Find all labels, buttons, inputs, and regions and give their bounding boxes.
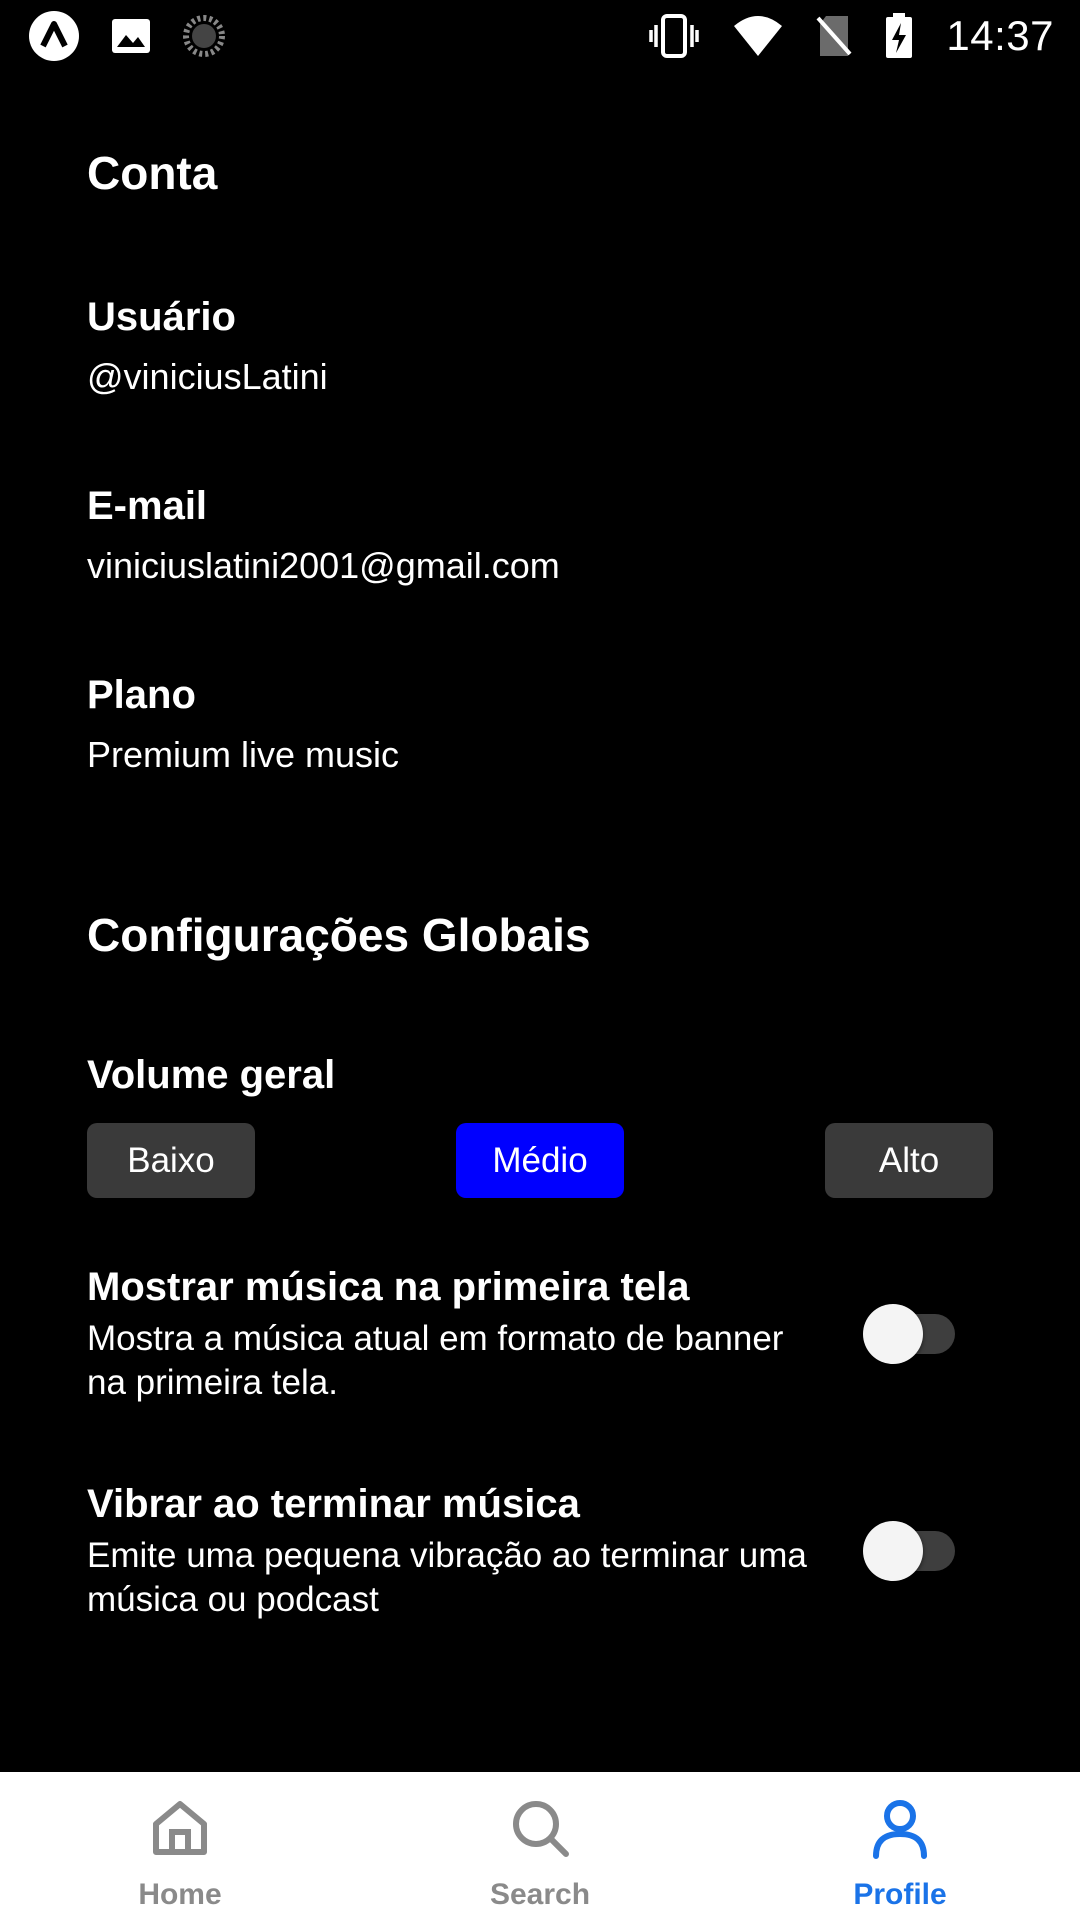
nav-item-search[interactable]: Search (360, 1772, 720, 1920)
vibrate-switch[interactable] (863, 1515, 963, 1581)
email-value: viniciuslatini2001@gmail.com (87, 545, 560, 586)
vibrate-toggle-title: Vibrar ao terminar música (87, 1482, 580, 1526)
app-logo-icon (28, 10, 80, 62)
search-icon (508, 1796, 572, 1864)
account-section-title: Conta (87, 147, 218, 199)
vibrate-icon (648, 13, 700, 59)
status-bar: 14:37 (0, 0, 1080, 72)
volume-medium-button[interactable]: Médio (456, 1123, 624, 1198)
plan-label: Plano (87, 673, 196, 717)
image-icon (110, 15, 152, 57)
bottom-navigation: Home Search Profile (0, 1772, 1080, 1920)
loading-icon (182, 14, 226, 58)
global-settings-title: Configurações Globais (87, 909, 591, 961)
nav-label-home: Home (138, 1878, 222, 1911)
plan-value: Premium live music (87, 734, 400, 775)
nav-item-profile[interactable]: Profile (720, 1772, 1080, 1920)
home-icon (148, 1796, 212, 1864)
email-label: E-mail (87, 484, 208, 528)
user-value: @viniciusLatini (87, 356, 328, 397)
switch-thumb (863, 1304, 923, 1364)
user-label: Usuário (87, 295, 236, 339)
switch-thumb (863, 1521, 923, 1581)
show-music-switch[interactable] (863, 1298, 963, 1364)
nav-label-search: Search (489, 1878, 591, 1911)
wifi-icon (732, 14, 784, 58)
show-music-toggle-title: Mostrar música na primeira tela (87, 1265, 690, 1309)
profile-screen: 14:37 Conta Usuário @viniciusLatini E-ma… (0, 0, 1080, 1920)
status-clock: 14:37 (946, 12, 1054, 59)
nav-label-profile: Profile (853, 1878, 947, 1911)
volume-high-button[interactable]: Alto (825, 1123, 993, 1198)
nav-item-home[interactable]: Home (0, 1772, 360, 1920)
battery-charging-icon (884, 13, 914, 59)
show-music-toggle-description: Mostra a música atual em formato de bann… (87, 1319, 784, 1402)
no-sim-icon (816, 14, 852, 58)
vibrate-toggle-description: Emite uma pequena vibração ao terminar u… (87, 1536, 807, 1619)
volume-low-button[interactable]: Baixo (87, 1123, 255, 1198)
volume-label: Volume geral (87, 1053, 336, 1097)
profile-icon (868, 1796, 932, 1864)
